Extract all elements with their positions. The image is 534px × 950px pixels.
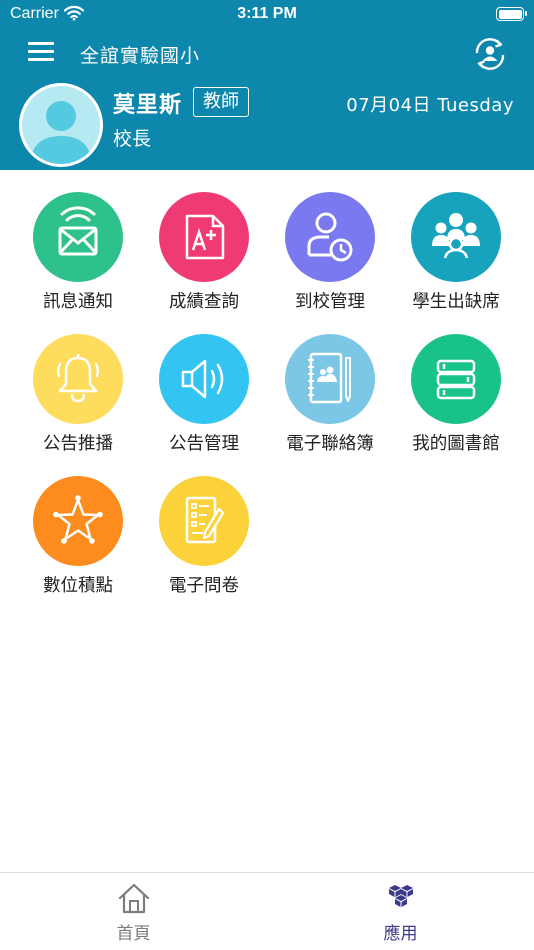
- status-bar: Carrier 3:11 PM: [0, 0, 534, 28]
- app-tile-questionnaire[interactable]: 電子問卷: [141, 476, 267, 606]
- app-label: 公告管理: [169, 434, 239, 454]
- app-tile-attendance[interactable]: 到校管理: [267, 192, 393, 322]
- switch-account-button[interactable]: [472, 36, 508, 72]
- questionnaire-icon: [185, 496, 225, 544]
- menu-button[interactable]: [28, 42, 54, 64]
- app-tile-digital-points[interactable]: 數位積點: [15, 476, 141, 606]
- attendance-clock-icon: [307, 212, 353, 262]
- app-label: 訊息通知: [43, 292, 113, 312]
- message-notification-icon: [58, 206, 98, 256]
- bell-icon: [56, 354, 100, 403]
- avatar[interactable]: [19, 83, 103, 167]
- app-tile-message-notification[interactable]: 訊息通知: [15, 192, 141, 322]
- grade-query-icon: [185, 214, 225, 260]
- app-icon-circle: [159, 334, 249, 424]
- tab-label: 應用: [383, 924, 418, 944]
- speaker-icon: [181, 359, 224, 399]
- app-label: 數位積點: [43, 576, 113, 596]
- app-icon-circle: [159, 192, 249, 282]
- app-icon-circle: [411, 334, 501, 424]
- app-label: 成績查詢: [169, 292, 239, 312]
- app-tile-student-absence[interactable]: 學生出缺席: [393, 192, 519, 322]
- app-icon-circle: [285, 192, 375, 282]
- tab-apps[interactable]: 應用: [267, 873, 534, 950]
- app-icon-circle: [33, 192, 123, 282]
- tab-bar: 首頁 應用: [0, 872, 534, 950]
- switch-account-icon: [475, 38, 505, 70]
- app-label: 電子聯絡簿: [286, 434, 374, 454]
- school-name: 全誼實驗國小: [80, 45, 201, 67]
- app-icon-circle: [159, 476, 249, 566]
- app-tile-announcement-push[interactable]: 公告推播: [15, 334, 141, 464]
- app-icon-circle: [33, 334, 123, 424]
- star-badge-icon: [53, 495, 103, 544]
- tab-home[interactable]: 首頁: [0, 873, 267, 950]
- date-label: 07月04日 Tuesday: [346, 95, 514, 116]
- books-icon: [436, 359, 476, 400]
- app-icon-circle: [411, 192, 501, 282]
- user-name: 莫里斯: [113, 93, 183, 118]
- app-icon-circle: [33, 476, 123, 566]
- home-icon: [118, 883, 150, 914]
- app-label: 電子問卷: [169, 576, 239, 596]
- app-label: 我的圖書館: [412, 434, 500, 454]
- app-label: 學生出缺席: [412, 292, 500, 312]
- app-label: 公告推播: [43, 434, 113, 454]
- app-icon-circle: [285, 334, 375, 424]
- role-badge: 教師: [193, 87, 249, 117]
- app-label: 到校管理: [295, 292, 365, 312]
- app-tile-contact-book[interactable]: 電子聯絡簿: [267, 334, 393, 464]
- student-group-icon: [432, 213, 480, 259]
- tab-label: 首頁: [116, 924, 151, 944]
- apps-cubes-icon: [389, 885, 413, 907]
- app-header: Carrier 3:11 PM 全誼實驗國小 莫里斯 教師 校長 07月04日 …: [0, 0, 534, 170]
- clock-time: 3:11 PM: [237, 5, 297, 22]
- app-tile-announcement-manage[interactable]: 公告管理: [141, 334, 267, 464]
- user-avatar-icon: [30, 101, 92, 164]
- app-tile-grade-query[interactable]: 成績查詢: [141, 192, 267, 322]
- battery-icon: [496, 7, 527, 21]
- user-title: 校長: [113, 128, 152, 150]
- app-tile-library[interactable]: 我的圖書館: [393, 334, 519, 464]
- contact-book-icon: [308, 352, 351, 404]
